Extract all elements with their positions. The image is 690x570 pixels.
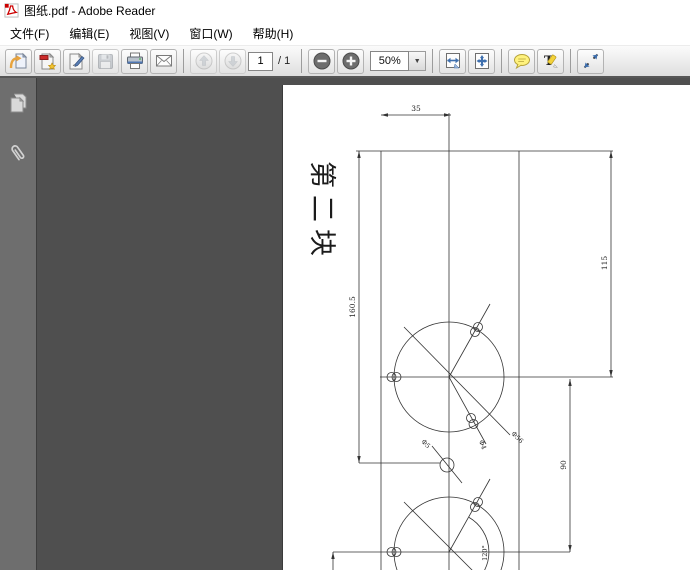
sign-document-icon: [67, 52, 86, 71]
zoom-in-button[interactable]: [337, 49, 364, 74]
dia-small-holes-label: Φ4: [477, 439, 488, 451]
arrow-up-icon: [194, 51, 214, 71]
menu-help[interactable]: 帮助(H): [243, 22, 304, 45]
technical-drawing: 35 160.5 115 90 Φ56 Φ4 Φ5 120°: [283, 85, 690, 570]
dia-hole-label: Φ5: [420, 438, 432, 450]
email-icon: [154, 51, 174, 71]
toolbar: / 1 50% ▼: [0, 45, 690, 78]
toolbar-separator: [183, 49, 184, 73]
print-button[interactable]: [121, 49, 148, 74]
comment-button[interactable]: [508, 49, 535, 74]
dim-115-label: 115: [600, 256, 609, 271]
page-total-label: / 1: [278, 55, 290, 67]
document-view-area: 第二块: [0, 78, 690, 570]
page-number-input[interactable]: [248, 52, 273, 71]
comment-bubble-icon: [512, 51, 532, 71]
fit-width-button[interactable]: [439, 49, 466, 74]
open-icon: [9, 52, 28, 71]
dia-bolt-circle-label: Φ56: [510, 430, 525, 445]
title-bar: 图纸.pdf - Adobe Reader: [0, 0, 690, 21]
dim-35-label: 35: [411, 104, 421, 113]
navigation-pane-bar: [0, 78, 37, 570]
fit-page-icon: [472, 51, 492, 71]
angle-120-label: 120°: [481, 545, 489, 561]
highlight-text-button[interactable]: T: [537, 49, 564, 74]
save-icon: [96, 52, 115, 71]
fullscreen-arrows-icon: [581, 51, 601, 71]
fit-width-icon: [443, 51, 463, 71]
drawing-lines: [333, 113, 613, 570]
adobe-reader-icon: [4, 3, 19, 18]
save-button[interactable]: [92, 49, 119, 74]
dim-90-label: 90: [559, 460, 568, 470]
fit-page-button[interactable]: [468, 49, 495, 74]
toolbar-separator: [432, 49, 433, 73]
previous-page-button[interactable]: [190, 49, 217, 74]
zoom-level-value[interactable]: 50%: [370, 51, 409, 71]
open-button[interactable]: [5, 49, 32, 74]
fullscreen-button[interactable]: [577, 49, 604, 74]
menu-view[interactable]: 视图(V): [119, 22, 179, 45]
create-pdf-icon: [38, 52, 57, 71]
print-icon: [125, 51, 145, 71]
dim-160-label: 160.5: [348, 296, 357, 318]
email-button[interactable]: [150, 49, 177, 74]
toolbar-separator: [570, 49, 571, 73]
toolbar-separator: [501, 49, 502, 73]
zoom-level-control: 50% ▼: [370, 51, 426, 71]
toolbar-separator: [301, 49, 302, 73]
zoom-dropdown-button[interactable]: ▼: [409, 51, 426, 71]
menu-window[interactable]: 窗口(W): [179, 22, 242, 45]
arrow-down-icon: [223, 51, 243, 71]
chevron-down-icon: ▼: [414, 58, 421, 65]
next-page-button[interactable]: [219, 49, 246, 74]
page-thumbnails-button[interactable]: [7, 92, 29, 116]
menu-bar: 文件(F) 编辑(E) 视图(V) 窗口(W) 帮助(H): [0, 21, 690, 45]
menu-file[interactable]: 文件(F): [0, 22, 59, 45]
plus-circle-icon: [341, 51, 361, 71]
highlight-text-icon: T: [541, 51, 561, 71]
minus-circle-icon: [312, 51, 332, 71]
attachments-paperclip-button[interactable]: [6, 140, 30, 166]
menu-edit[interactable]: 编辑(E): [59, 22, 119, 45]
sign-button[interactable]: [63, 49, 90, 74]
pdf-page: 第二块: [283, 85, 690, 570]
create-pdf-button[interactable]: [34, 49, 61, 74]
window-title: 图纸.pdf - Adobe Reader: [24, 2, 155, 19]
zoom-out-button[interactable]: [308, 49, 335, 74]
